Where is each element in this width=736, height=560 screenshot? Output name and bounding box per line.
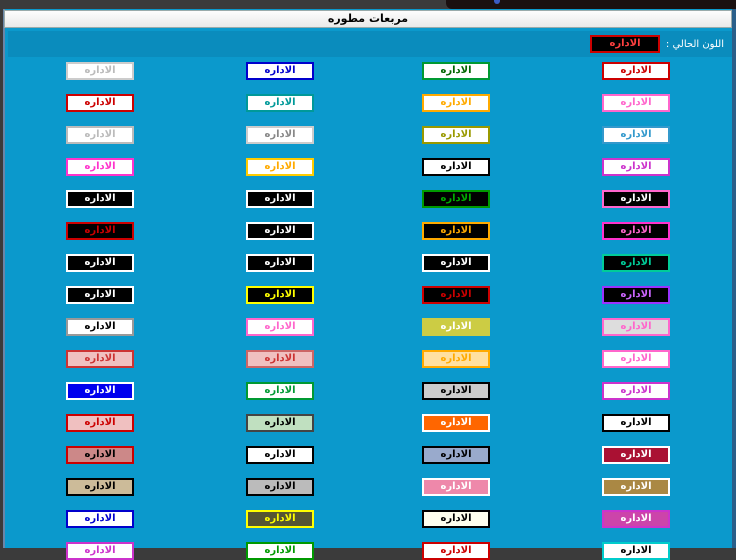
style-swatch[interactable]: الاداره: [246, 414, 314, 432]
style-swatch[interactable]: الاداره: [66, 478, 134, 496]
style-swatch[interactable]: الاداره: [422, 382, 490, 400]
style-swatch[interactable]: الاداره: [246, 286, 314, 304]
style-swatch[interactable]: الاداره: [66, 510, 134, 528]
style-swatch[interactable]: الاداره: [602, 158, 670, 176]
style-swatch[interactable]: الاداره: [422, 542, 490, 560]
style-swatch[interactable]: الاداره: [246, 318, 314, 336]
style-swatch[interactable]: الاداره: [602, 318, 670, 336]
style-swatch[interactable]: الاداره: [246, 510, 314, 528]
style-swatch[interactable]: الاداره: [422, 158, 490, 176]
style-swatch[interactable]: الاداره: [602, 222, 670, 240]
style-swatch[interactable]: الاداره: [66, 542, 134, 560]
style-swatch[interactable]: الاداره: [422, 350, 490, 368]
style-swatch[interactable]: الاداره: [66, 350, 134, 368]
style-swatch[interactable]: الاداره: [246, 190, 314, 208]
color-grid: الاداره الاداره الاداره الاداره الاداره الادا…: [10, 58, 730, 560]
style-swatch[interactable]: الاداره: [602, 382, 670, 400]
current-color-sample: الاداره: [590, 35, 660, 53]
style-swatch[interactable]: الاداره: [422, 62, 490, 80]
style-swatch[interactable]: الاداره: [422, 318, 490, 336]
style-swatch[interactable]: الاداره: [602, 510, 670, 528]
style-swatch[interactable]: الاداره: [66, 286, 134, 304]
style-swatch[interactable]: الاداره: [422, 286, 490, 304]
style-swatch[interactable]: الاداره: [246, 350, 314, 368]
style-swatch[interactable]: الاداره: [602, 478, 670, 496]
style-swatch[interactable]: الاداره: [602, 254, 670, 272]
style-swatch[interactable]: الاداره: [602, 62, 670, 80]
style-swatch[interactable]: الاداره: [602, 446, 670, 464]
style-swatch[interactable]: الاداره: [602, 350, 670, 368]
style-swatch[interactable]: الاداره: [422, 478, 490, 496]
browser-top-strip: [0, 0, 736, 9]
style-swatch[interactable]: الاداره: [66, 446, 134, 464]
style-swatch[interactable]: الاداره: [422, 414, 490, 432]
style-swatch[interactable]: الاداره: [422, 446, 490, 464]
style-swatch[interactable]: الاداره: [66, 222, 134, 240]
style-swatch[interactable]: الاداره: [66, 382, 134, 400]
style-swatch[interactable]: الاداره: [422, 254, 490, 272]
style-swatch[interactable]: الاداره: [66, 126, 134, 144]
style-swatch[interactable]: الاداره: [602, 414, 670, 432]
style-swatch[interactable]: الاداره: [246, 222, 314, 240]
style-swatch[interactable]: الاداره: [246, 126, 314, 144]
style-swatch[interactable]: الاداره: [66, 158, 134, 176]
style-swatch[interactable]: الاداره: [246, 542, 314, 560]
style-swatch[interactable]: الاداره: [66, 62, 134, 80]
style-swatch[interactable]: الاداره: [602, 94, 670, 112]
style-swatch[interactable]: الاداره: [602, 190, 670, 208]
window-edge: [732, 9, 736, 548]
style-swatch[interactable]: الاداره: [422, 94, 490, 112]
style-swatch[interactable]: الاداره: [422, 222, 490, 240]
style-swatch[interactable]: الاداره: [602, 542, 670, 560]
style-swatch[interactable]: الاداره: [66, 94, 134, 112]
style-swatch[interactable]: الاداره: [246, 94, 314, 112]
style-swatch[interactable]: الاداره: [602, 126, 670, 144]
top-dark-region: [446, 0, 736, 9]
style-swatch[interactable]: الاداره: [246, 158, 314, 176]
style-swatch[interactable]: الاداره: [66, 190, 134, 208]
style-swatch[interactable]: الاداره: [246, 382, 314, 400]
style-swatch[interactable]: الاداره: [246, 254, 314, 272]
style-swatch[interactable]: الاداره: [422, 126, 490, 144]
style-swatch[interactable]: الاداره: [246, 478, 314, 496]
style-swatch[interactable]: الاداره: [422, 510, 490, 528]
style-swatch[interactable]: الاداره: [66, 254, 134, 272]
current-color-label: اللون الحالي :: [665, 39, 724, 50]
style-swatch[interactable]: الاداره: [422, 190, 490, 208]
style-swatch[interactable]: الاداره: [66, 414, 134, 432]
style-swatch[interactable]: الاداره: [66, 318, 134, 336]
style-swatch[interactable]: الاداره: [246, 446, 314, 464]
style-swatch[interactable]: الاداره: [602, 286, 670, 304]
window-title: مربعات مطوره: [4, 10, 732, 28]
style-swatch[interactable]: الاداره: [246, 62, 314, 80]
